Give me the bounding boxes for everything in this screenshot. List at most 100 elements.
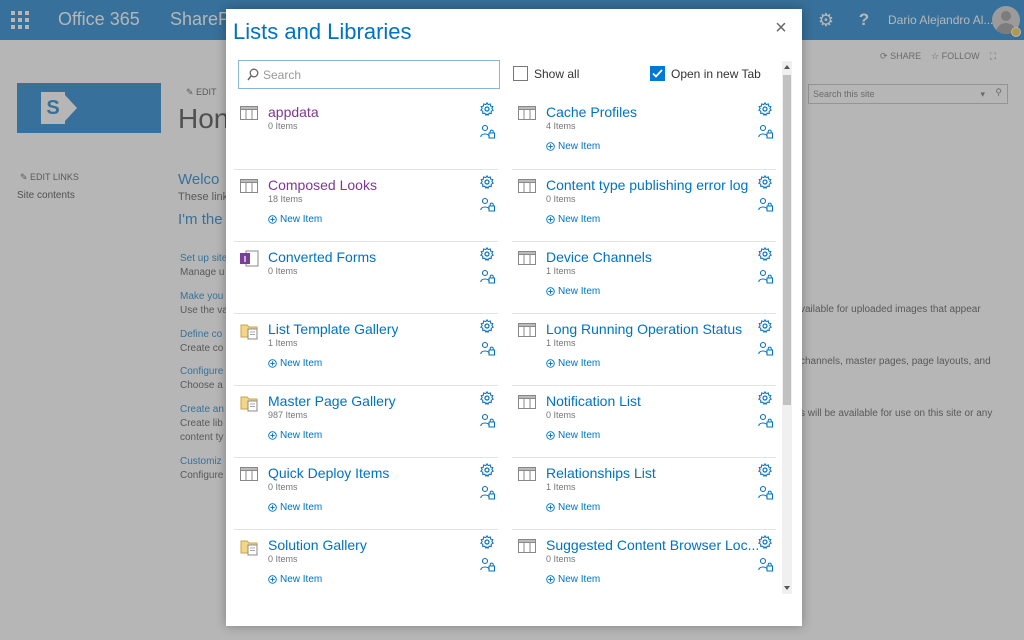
- show-all-checkbox-box[interactable]: [513, 66, 528, 81]
- permissions-icon[interactable]: [480, 197, 495, 212]
- lists-grid: appdata 0 Items Cache Profiles 4 Items New I…: [234, 97, 780, 616]
- search-field[interactable]: [238, 60, 500, 89]
- new-item-label: New Item: [558, 214, 601, 225]
- new-item-link[interactable]: New Item: [546, 141, 600, 152]
- list-settings-gear-icon[interactable]: [480, 101, 494, 117]
- permissions-icon[interactable]: [480, 413, 495, 428]
- open-new-tab-checkbox-box[interactable]: [650, 66, 665, 81]
- permissions-icon[interactable]: [480, 124, 495, 139]
- permissions-icon[interactable]: [758, 269, 773, 284]
- list-name-link[interactable]: appdata: [268, 104, 319, 120]
- list-tile: Relationships List 1 Items New Item: [512, 457, 776, 529]
- new-item-link[interactable]: New Item: [546, 574, 600, 585]
- dialog-title: Lists and Libraries: [233, 19, 412, 44]
- list-icon: [518, 538, 536, 554]
- dialog-scrollbar[interactable]: [782, 61, 792, 594]
- permissions-icon[interactable]: [480, 269, 495, 284]
- permissions-icon[interactable]: [480, 485, 495, 500]
- permissions-icon[interactable]: [480, 557, 495, 572]
- new-item-label: New Item: [280, 574, 323, 585]
- new-item-label: New Item: [558, 141, 601, 152]
- list-settings-gear-icon[interactable]: [758, 462, 772, 478]
- list-settings-gear-icon[interactable]: [480, 318, 494, 334]
- permissions-icon[interactable]: [758, 485, 773, 500]
- list-tile: Suggested Content Browser Loc... 0 Items N…: [512, 529, 776, 601]
- close-icon[interactable]: ×: [772, 18, 790, 38]
- new-item-link[interactable]: New Item: [268, 430, 322, 441]
- list-tile: Device Channels 1 Items New Item: [512, 241, 776, 313]
- plus-circle-icon: [268, 575, 277, 584]
- list-settings-gear-icon[interactable]: [758, 174, 772, 190]
- scroll-up-icon[interactable]: [784, 65, 790, 69]
- list-settings-gear-icon[interactable]: [758, 534, 772, 550]
- new-item-link[interactable]: New Item: [546, 502, 600, 513]
- new-item-link[interactable]: New Item: [268, 214, 322, 225]
- list-name-link[interactable]: Master Page Gallery: [268, 393, 396, 409]
- open-new-tab-checkbox[interactable]: Open in new Tab: [650, 66, 761, 81]
- new-item-link[interactable]: New Item: [546, 286, 600, 297]
- list-tile: Cache Profiles 4 Items New Item: [512, 97, 776, 169]
- scrollbar-thumb[interactable]: [783, 75, 791, 405]
- item-count: 0 Items: [546, 410, 576, 420]
- item-count: 4 Items: [546, 121, 576, 131]
- permissions-icon[interactable]: [758, 413, 773, 428]
- list-settings-gear-icon[interactable]: [758, 390, 772, 406]
- plus-circle-icon: [546, 215, 555, 224]
- svg-text:I: I: [244, 255, 246, 264]
- list-settings-gear-icon[interactable]: [480, 174, 494, 190]
- list-name-link[interactable]: Content type publishing error log: [546, 177, 748, 193]
- permissions-icon[interactable]: [758, 341, 773, 356]
- list-name-link[interactable]: Converted Forms: [268, 249, 376, 265]
- plus-circle-icon: [546, 575, 555, 584]
- list-settings-gear-icon[interactable]: [480, 390, 494, 406]
- list-name-link[interactable]: List Template Gallery: [268, 321, 398, 337]
- open-new-tab-label: Open in new Tab: [671, 66, 761, 81]
- item-count: 1 Items: [546, 338, 576, 348]
- list-name-link[interactable]: Solution Gallery: [268, 537, 367, 553]
- new-item-label: New Item: [558, 286, 601, 297]
- new-item-link[interactable]: New Item: [268, 574, 322, 585]
- permissions-icon[interactable]: [758, 197, 773, 212]
- new-item-link[interactable]: New Item: [546, 214, 600, 225]
- item-count: 0 Items: [546, 554, 576, 564]
- list-icon: [240, 105, 258, 121]
- new-item-link[interactable]: New Item: [546, 430, 600, 441]
- list-name-link[interactable]: Long Running Operation Status: [546, 321, 742, 337]
- show-all-checkbox[interactable]: Show all: [513, 66, 579, 81]
- list-name-link[interactable]: Notification List: [546, 393, 641, 409]
- permissions-icon[interactable]: [758, 124, 773, 139]
- search-input[interactable]: [263, 67, 493, 82]
- new-item-link[interactable]: New Item: [546, 358, 600, 369]
- item-count: 1 Items: [546, 266, 576, 276]
- new-item-label: New Item: [558, 430, 601, 441]
- list-icon: [240, 466, 258, 482]
- list-name-link[interactable]: Cache Profiles: [546, 104, 637, 120]
- list-name-link[interactable]: Relationships List: [546, 465, 656, 481]
- list-settings-gear-icon[interactable]: [480, 246, 494, 262]
- list-name-link[interactable]: Suggested Content Browser Loc...: [546, 537, 758, 553]
- new-item-link[interactable]: New Item: [268, 358, 322, 369]
- list-settings-gear-icon[interactable]: [758, 318, 772, 334]
- list-name-link[interactable]: Quick Deploy Items: [268, 465, 389, 481]
- list-name-link[interactable]: Device Channels: [546, 249, 652, 265]
- plus-circle-icon: [268, 431, 277, 440]
- list-settings-gear-icon[interactable]: [758, 246, 772, 262]
- list-settings-gear-icon[interactable]: [758, 101, 772, 117]
- library-icon: [240, 394, 258, 412]
- plus-circle-icon: [546, 287, 555, 296]
- scroll-down-icon[interactable]: [784, 586, 790, 590]
- plus-circle-icon: [268, 503, 277, 512]
- permissions-icon[interactable]: [480, 341, 495, 356]
- list-settings-gear-icon[interactable]: [480, 462, 494, 478]
- permissions-icon[interactable]: [758, 557, 773, 572]
- plus-circle-icon: [546, 359, 555, 368]
- list-name-link[interactable]: Composed Looks: [268, 177, 377, 193]
- list-tile: appdata 0 Items: [234, 97, 498, 169]
- list-icon: [518, 322, 536, 338]
- item-count: 0 Items: [268, 554, 298, 564]
- new-item-link[interactable]: New Item: [268, 502, 322, 513]
- library-icon: [240, 322, 258, 340]
- list-settings-gear-icon[interactable]: [480, 534, 494, 550]
- list-tile: I Converted Forms 0 Items: [234, 241, 498, 313]
- list-icon: [240, 178, 258, 194]
